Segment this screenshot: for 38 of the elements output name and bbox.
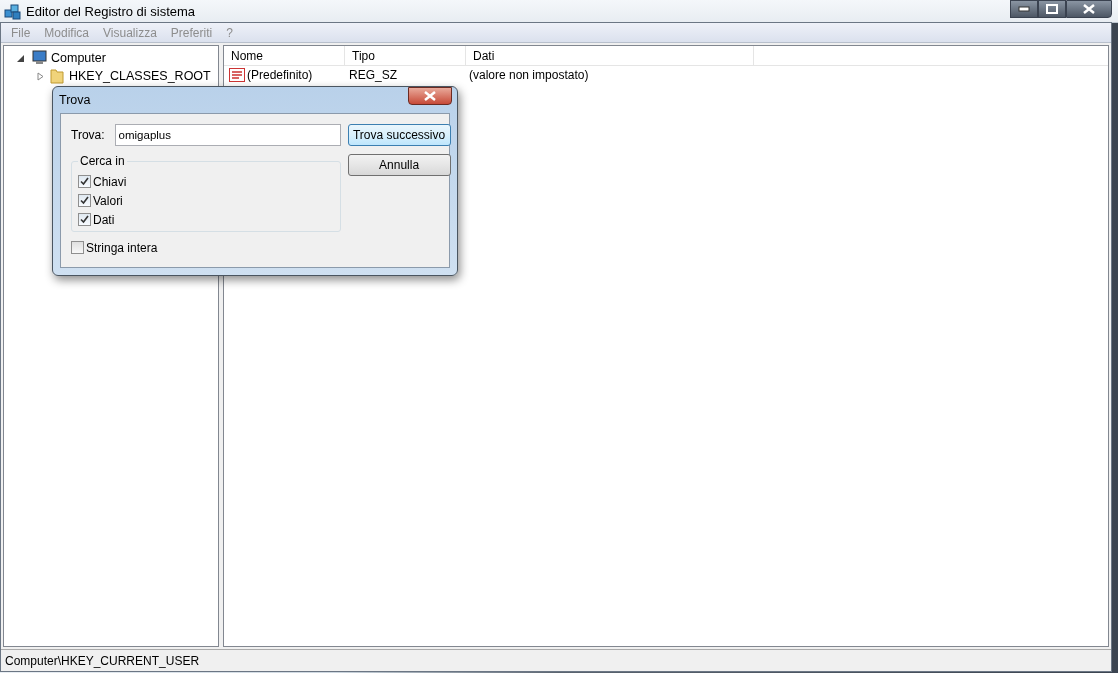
tree-item[interactable]: Computer bbox=[49, 51, 106, 65]
minimize-button[interactable] bbox=[1010, 0, 1038, 18]
group-title: Cerca in bbox=[79, 154, 126, 168]
checkbox-label: Dati bbox=[93, 212, 115, 227]
registry-cubes-icon bbox=[4, 2, 22, 20]
table-cell: (Predefinito) bbox=[247, 67, 313, 82]
find-field[interactable]: omigaplus bbox=[114, 124, 341, 146]
column-header[interactable]: Tipo bbox=[345, 46, 466, 65]
table-cell-text: REG_SZ bbox=[348, 67, 398, 82]
collapse-arrow-icon[interactable] bbox=[16, 53, 25, 63]
tree-item[interactable]: HKEY_CLASSES_ROOT bbox=[67, 69, 211, 83]
cancel-button[interactable]: Annulla bbox=[347, 154, 451, 176]
find-next-button[interactable]: Trova successivo bbox=[347, 124, 451, 146]
expand-arrow-icon[interactable] bbox=[36, 71, 45, 81]
checkbox[interactable] bbox=[78, 175, 91, 188]
minimize-icon bbox=[1018, 6, 1030, 12]
close-icon bbox=[1082, 4, 1096, 14]
computer-icon bbox=[29, 50, 47, 66]
checkbox[interactable] bbox=[71, 241, 84, 254]
checkbox[interactable] bbox=[78, 194, 91, 207]
column-header[interactable]: Nome bbox=[224, 46, 345, 65]
column-header[interactable]: Dati bbox=[466, 46, 754, 65]
checkbox[interactable] bbox=[78, 213, 91, 226]
close-button[interactable] bbox=[408, 87, 452, 105]
checkbox-label: Chiavi bbox=[93, 174, 127, 189]
checkbox-label: Valori bbox=[93, 193, 123, 208]
maximize-button[interactable] bbox=[1038, 0, 1066, 18]
find-label: Trova: bbox=[71, 128, 105, 142]
dialog-title: Trova bbox=[59, 93, 91, 107]
table-cell-text: (valore non impostato) bbox=[468, 67, 590, 82]
status-text: Computer\HKEY_CURRENT_USER bbox=[5, 653, 200, 668]
folder-icon bbox=[49, 68, 65, 84]
string-value-icon bbox=[229, 67, 245, 82]
window-title: Editor del Registro di sistema bbox=[26, 3, 196, 19]
close-button[interactable] bbox=[1066, 0, 1112, 18]
checkbox-label: Stringa intera bbox=[86, 240, 158, 255]
maximize-icon bbox=[1046, 4, 1058, 14]
close-icon bbox=[424, 91, 436, 101]
